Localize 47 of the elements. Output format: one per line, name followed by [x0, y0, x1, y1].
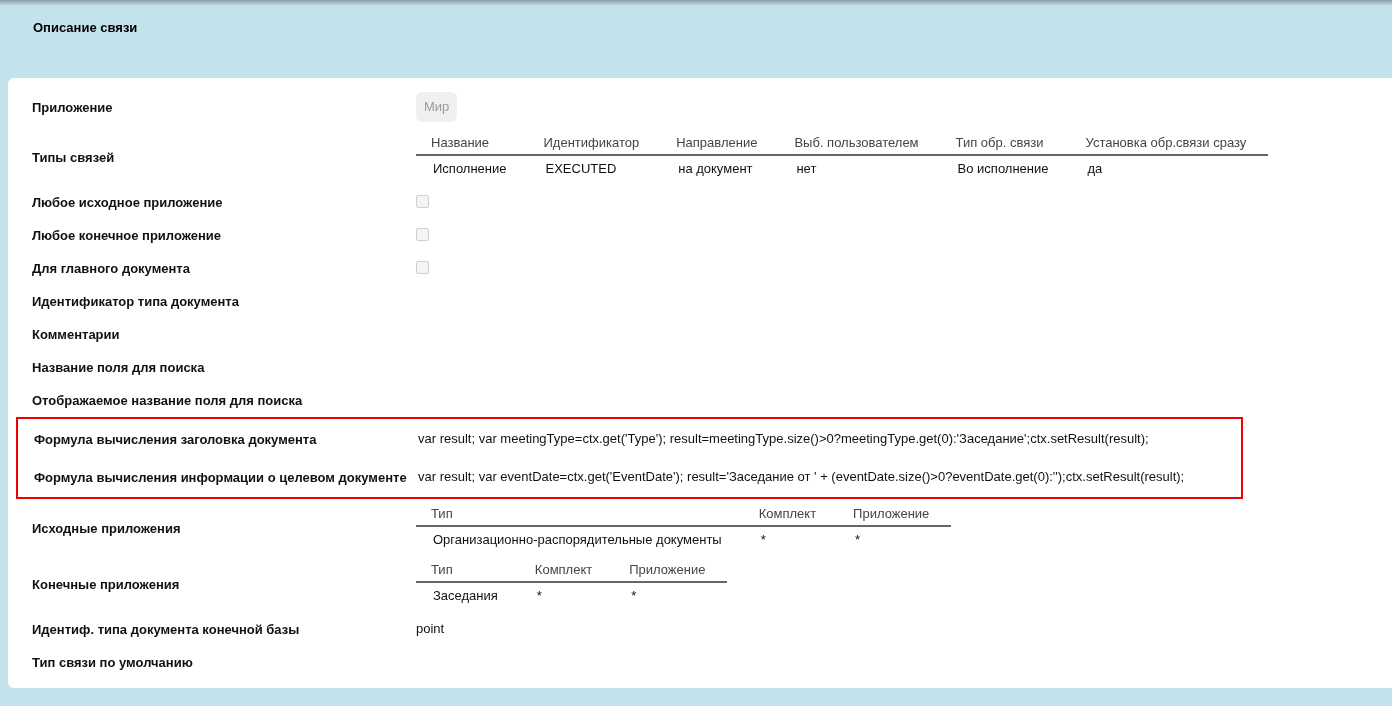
column-header: Комплект [534, 562, 593, 577]
field-label: Отображаемое название поля для поиска [32, 392, 303, 408]
column-header: Направление [676, 135, 758, 150]
field-label: Тип связи по умолчанию [32, 654, 193, 670]
checkbox[interactable] [416, 195, 429, 208]
table-cell: нет [796, 160, 817, 176]
application-field[interactable]: Мир [416, 92, 458, 122]
column-header: Тип [431, 506, 453, 521]
field-label: Формула вычисления заголовка документа [34, 432, 317, 447]
field-value: var result; var meetingType=ctx.get('Type'); result=meetingType.size()>0?meetingType.get(0):'Заседание';ctx.setResult(result); [418, 430, 1149, 449]
column-header: Приложение [629, 562, 706, 577]
checkbox[interactable] [416, 261, 429, 274]
table-cell: * [760, 531, 766, 547]
field-label: Приложение [32, 100, 113, 115]
table-cell: * [855, 531, 861, 547]
column-header: Установка обр.связи сразу [1085, 135, 1247, 150]
field-value: var result; var eventDate=ctx.get('EventDate'); result='Заседание от ' + (eventDate.size()>0?eventDate.get(0):'');ctx.setResult(result); [418, 468, 1185, 487]
column-header: Тип [431, 562, 453, 577]
field-label: Комментарии [32, 326, 120, 342]
field-label: Типы связей [32, 150, 115, 165]
field-label: Конечные приложения [32, 577, 180, 592]
table-cell: Во исполнение [957, 160, 1049, 176]
field-value: point [416, 619, 445, 638]
page-title: Описание связи [33, 19, 138, 38]
column-header: Идентификатор [543, 135, 640, 150]
table-cell: да [1087, 160, 1103, 176]
table-cell: на документ [678, 160, 753, 176]
column-header: Комплект [758, 506, 817, 521]
table-cell: * [536, 587, 542, 603]
column-header: Приложение [853, 506, 930, 521]
table-cell: Исполнение [433, 160, 507, 176]
field-label: Для главного документа [32, 260, 190, 276]
table-cell: Организационно-распорядительные документы [433, 531, 722, 547]
column-header: Тип обр. связи [955, 135, 1044, 150]
column-header: Выб. пользователем [794, 135, 919, 150]
checkbox[interactable] [416, 228, 429, 241]
field-label: Формула вычисления информации о целевом документе [34, 470, 407, 485]
field-label: Идентификатор типа документа [32, 293, 239, 309]
field-label: Любое конечное приложение [32, 227, 222, 243]
table-cell: * [631, 587, 637, 603]
table-cell: EXECUTED [545, 160, 617, 176]
field-label: Название поля для поиска [32, 359, 205, 375]
table-cell: Заседания [433, 587, 498, 603]
field-label: Исходные приложения [32, 521, 181, 536]
field-label: Любое исходное приложение [32, 194, 223, 210]
field-label: Идентиф. типа документа конечной базы [32, 621, 300, 637]
column-header: Название [431, 135, 490, 150]
